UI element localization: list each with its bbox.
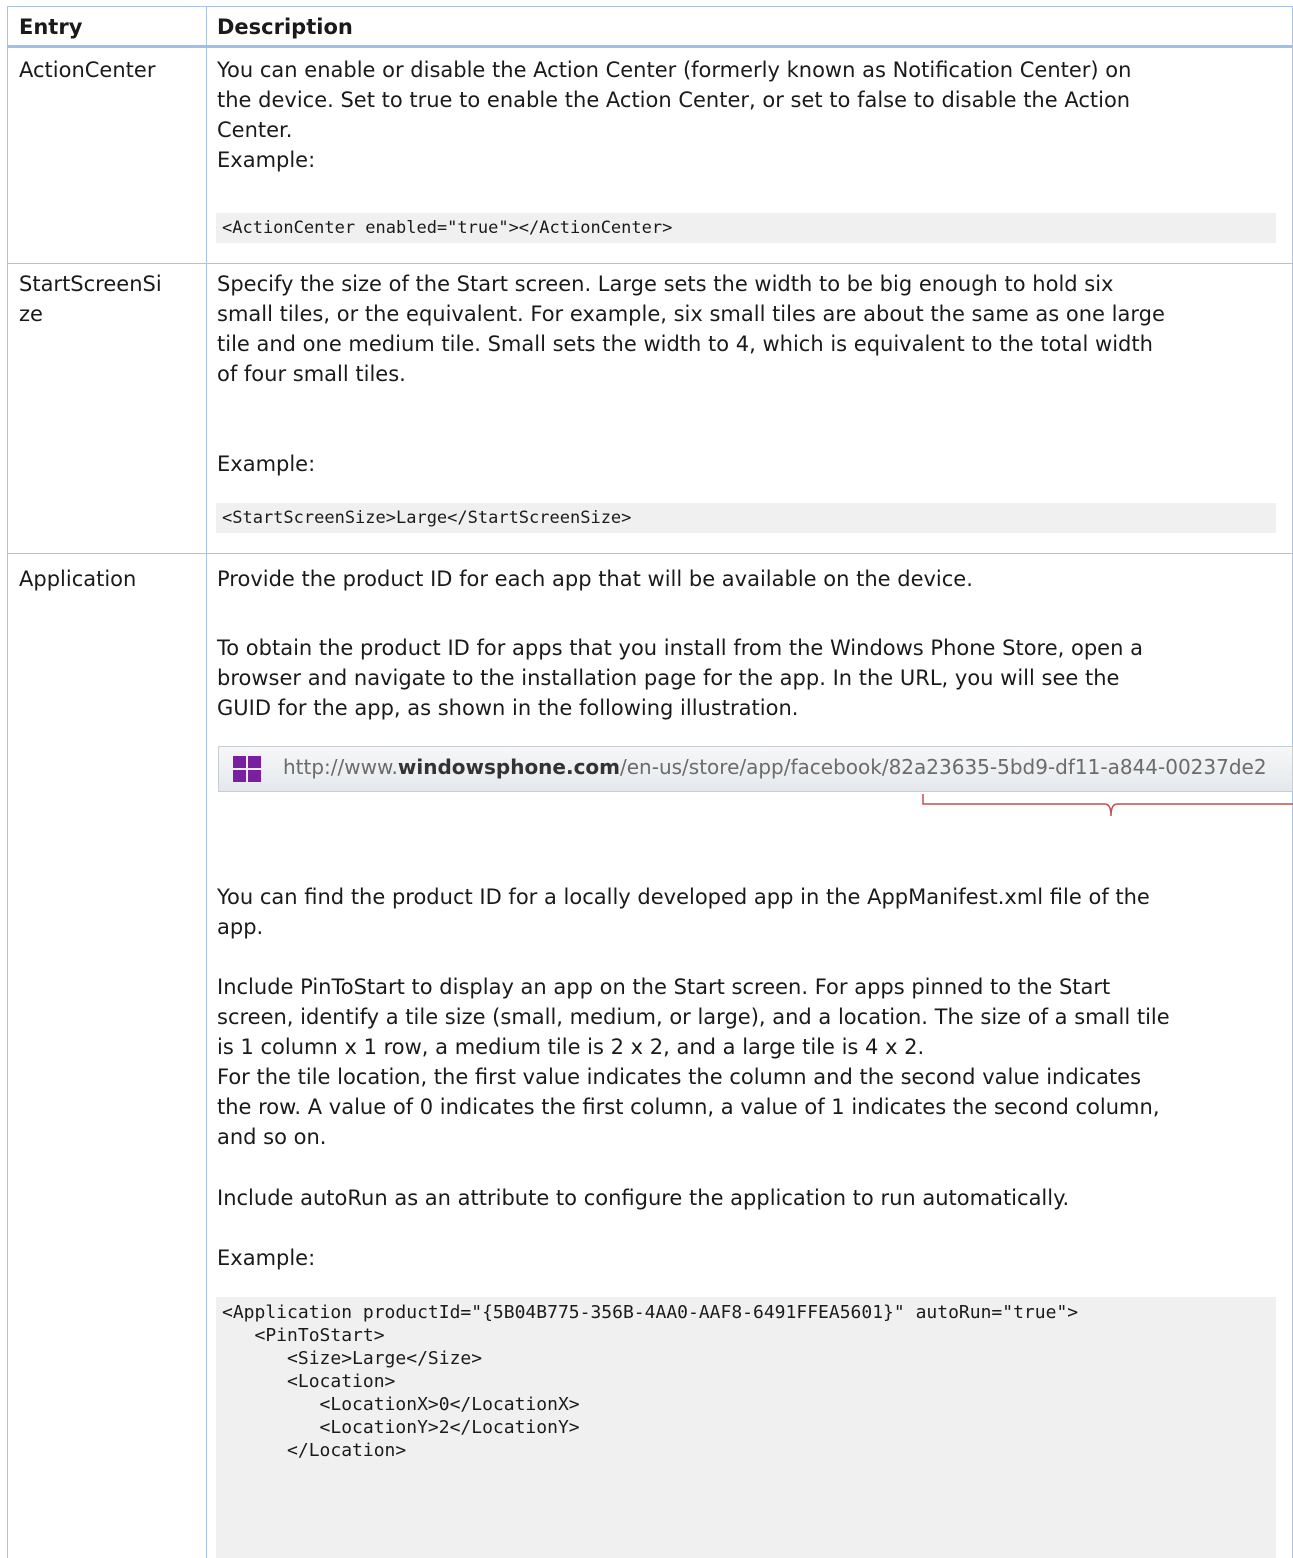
column-header-description: Description	[217, 15, 353, 39]
table-border-top	[7, 6, 1293, 7]
entry-start-screen-size: StartScreenSi ze	[19, 272, 162, 326]
description-start-screen-size: Specify the size of the Start screen. La…	[217, 272, 1165, 386]
example-label: Example:	[217, 1246, 316, 1270]
column-divider	[206, 6, 207, 1558]
description-application-p5: Include autoRun as an attribute to confi…	[217, 1186, 1070, 1210]
code-example-application: <Application productId="{5B04B775-356B-4…	[216, 1297, 1276, 1558]
windows-logo-icon	[233, 756, 261, 782]
guid-bracket-annotation	[922, 794, 1293, 817]
description-action-center: You can enable or disable the Action Cen…	[217, 58, 1132, 172]
row-divider	[7, 553, 1293, 554]
description-application-p1: Provide the product ID for each app that…	[217, 567, 973, 591]
entry-application: Application	[19, 567, 137, 591]
header-divider	[7, 45, 1293, 48]
description-application-p3: You can find the product ID for a locall…	[217, 885, 1150, 939]
code-example-start-screen-size: <StartScreenSize>Large</StartScreenSize>	[216, 503, 1276, 533]
example-label: Example:	[217, 452, 316, 476]
description-application-p2: To obtain the product ID for apps that y…	[217, 636, 1143, 720]
entry-action-center: ActionCenter	[19, 58, 156, 82]
illustration-url: http://www.windowsphone.com/en-us/store/…	[283, 755, 1267, 779]
row-divider	[7, 263, 1293, 264]
url-illustration: http://www.windowsphone.com/en-us/store/…	[218, 746, 1293, 792]
entry-table: Entry Description ActionCenter You can e…	[7, 6, 1293, 1558]
description-application-p4: Include PinToStart to display an app on …	[217, 975, 1170, 1149]
code-example-action-center: <ActionCenter enabled="true"></ActionCen…	[216, 213, 1276, 243]
column-header-entry: Entry	[19, 15, 83, 39]
table-border-left	[7, 6, 8, 1558]
